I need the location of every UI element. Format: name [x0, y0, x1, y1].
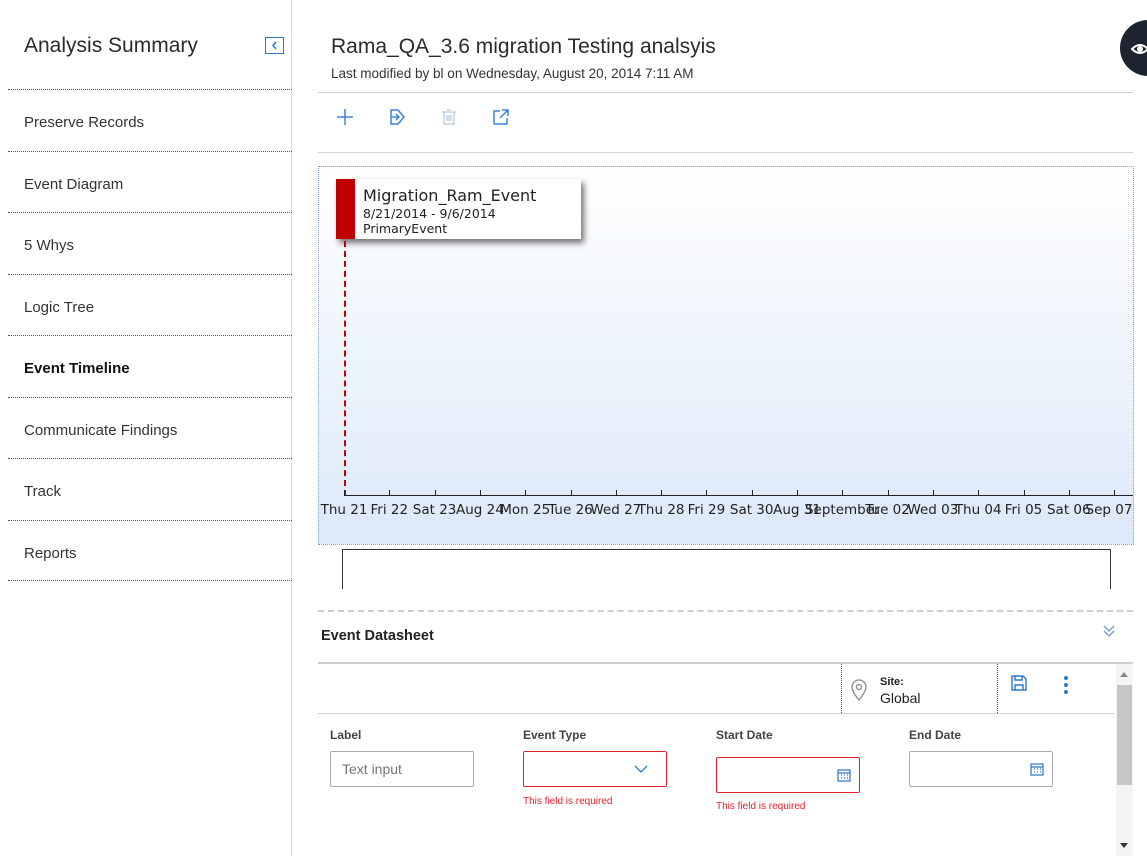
delete-icon[interactable] — [437, 105, 461, 129]
sidebar-item-event-timeline[interactable]: Event Timeline — [8, 335, 292, 397]
timeline-tick — [525, 490, 527, 496]
event-color-bar — [336, 179, 355, 239]
label-field-label: Label — [330, 728, 362, 742]
timeline-tick — [389, 490, 391, 496]
timeline-tick — [344, 490, 345, 496]
save-icon[interactable] — [1010, 674, 1028, 692]
event-type-error: This field is required — [523, 796, 613, 807]
timeline-range-scroller[interactable] — [342, 549, 1111, 589]
scroll-down-icon[interactable] — [1120, 843, 1128, 848]
divider — [318, 152, 1133, 153]
divider — [318, 713, 1114, 714]
timeline-tick — [1068, 490, 1070, 496]
event-marker-line — [344, 241, 346, 496]
last-modified-text: Last modified by bl on Wednesday, August… — [331, 66, 694, 81]
calendar-icon[interactable] — [1030, 762, 1044, 776]
sidebar-item-5-whys[interactable]: 5 Whys — [8, 212, 292, 274]
timeline-tick-label: Tue 02 — [865, 502, 910, 518]
sidebar-title: Analysis Summary — [24, 34, 198, 57]
site-value: Global — [880, 690, 921, 706]
timeline-tick-label: Sep 07 — [1085, 502, 1133, 518]
timeline-tick — [661, 490, 663, 496]
event-timeline-chart[interactable]: Migration_Ram_Event 8/21/2014 - 9/6/2014… — [318, 166, 1134, 545]
scrollbar-thumb[interactable] — [1117, 685, 1132, 785]
site-label: Site: — [880, 676, 904, 688]
timeline-tick-label: Sat 23 — [412, 502, 457, 518]
timeline-tick — [751, 490, 753, 496]
timeline-tick — [615, 490, 617, 496]
timeline-tick — [479, 490, 481, 496]
start-date-field-label: Start Date — [716, 728, 773, 742]
event-name: Migration_Ram_Event — [363, 186, 537, 205]
eye-icon[interactable] — [1120, 20, 1147, 76]
timeline-tick-label: Fri 05 — [1004, 502, 1043, 518]
sidebar-nav: Preserve Records Event Diagram 5 Whys Lo… — [8, 89, 292, 581]
timeline-tick-label: Sat 30 — [729, 502, 774, 518]
event-type-field-label: Event Type — [523, 728, 587, 742]
timeline-tick — [706, 490, 708, 496]
divider — [318, 662, 1133, 664]
timeline-tick-label: Tue 26 — [548, 502, 593, 518]
timeline-tick-label: Fri 22 — [370, 502, 409, 518]
event-card[interactable]: Migration_Ram_Event 8/21/2014 - 9/6/2014… — [336, 179, 581, 239]
open-external-icon[interactable] — [489, 105, 513, 129]
scroll-up-icon[interactable] — [1120, 672, 1128, 677]
sidebar-item-track[interactable]: Track — [8, 458, 292, 520]
timeline-tick-label: Mon 25 — [500, 502, 551, 518]
location-pin-icon — [851, 679, 867, 701]
timeline-tick-label: Aug 24 — [455, 502, 504, 518]
timeline-tick — [570, 490, 572, 496]
export-icon[interactable] — [385, 105, 409, 129]
event-dates: 8/21/2014 - 9/6/2014 — [363, 206, 496, 221]
sidebar-item-logic-tree[interactable]: Logic Tree — [8, 273, 292, 336]
timeline-tick — [797, 490, 798, 496]
timeline-tick-label: Wed 03 — [907, 502, 959, 518]
timeline-tick-label: Fri 29 — [687, 502, 726, 518]
chevron-down-icon — [634, 765, 648, 773]
sidebar: Analysis Summary Preserve Records Event … — [0, 0, 292, 856]
timeline-tick — [434, 490, 436, 496]
timeline-tick — [887, 490, 889, 496]
page-title: Rama_QA_3.6 migration Testing analsyis — [331, 35, 716, 58]
more-options-icon[interactable] — [1058, 674, 1074, 696]
chevron-left-icon — [272, 41, 277, 50]
collapse-sidebar-button[interactable] — [265, 37, 284, 54]
timeline-tick-label: Thu 04 — [954, 502, 1002, 518]
sidebar-item-communicate-findings[interactable]: Communicate Findings — [8, 396, 292, 459]
end-date-field-label: End Date — [909, 728, 962, 742]
collapse-chevron-icon[interactable] — [1102, 624, 1116, 642]
divider — [318, 610, 1133, 612]
start-date-error: This field is required — [716, 801, 806, 812]
sidebar-item-reports[interactable]: Reports — [8, 519, 292, 581]
timeline-tick — [1114, 490, 1116, 496]
start-date-input[interactable] — [716, 757, 860, 793]
timeline-tick-label: Sat 06 — [1046, 502, 1091, 518]
sidebar-item-event-diagram[interactable]: Event Diagram — [8, 150, 292, 213]
timeline-tick-label: Thu 21 — [320, 502, 368, 518]
divider — [318, 92, 1133, 93]
datasheet-title: Event Datasheet — [321, 628, 434, 644]
event-type: PrimaryEvent — [363, 221, 448, 236]
timeline-tick — [1023, 490, 1025, 496]
toolbar — [333, 105, 513, 133]
timeline-tick-label: Thu 28 — [637, 502, 685, 518]
event-type-select[interactable] — [523, 751, 667, 787]
timeline-tick-label: Wed 27 — [590, 502, 642, 518]
timeline-tick — [932, 490, 934, 496]
end-date-input[interactable] — [909, 751, 1053, 787]
timeline-tick — [842, 490, 844, 496]
label-input[interactable] — [330, 751, 474, 787]
timeline-tick — [978, 490, 980, 496]
timeline-axis — [344, 495, 1133, 496]
sidebar-item-preserve-records[interactable]: Preserve Records — [8, 89, 292, 151]
add-icon[interactable] — [333, 105, 357, 129]
calendar-icon[interactable] — [837, 768, 851, 782]
